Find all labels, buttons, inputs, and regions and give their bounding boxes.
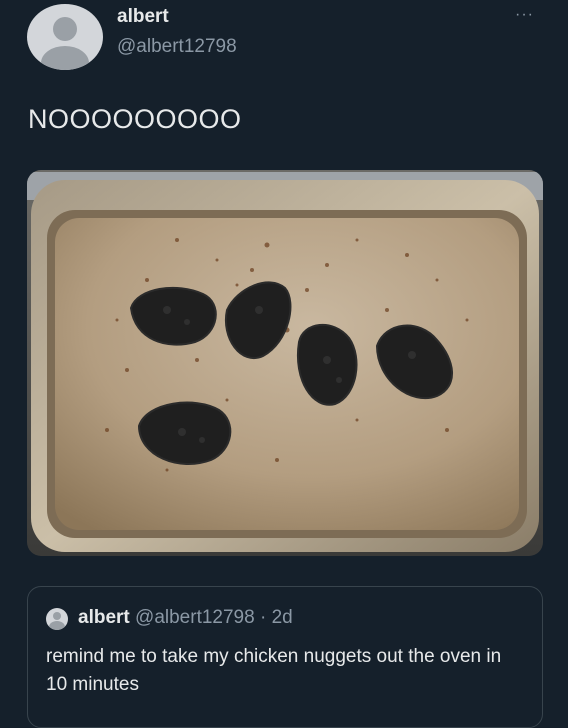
quoted-tweet[interactable]: albert @albert12798 · 2d remind me to ta… <box>27 586 543 728</box>
avatar-body-icon <box>41 46 89 70</box>
more-options-icon[interactable]: ··· <box>515 6 534 24</box>
tweet-text: NOOOOOOOOO <box>28 104 242 134</box>
avatar-head-icon <box>53 17 77 41</box>
avatar-body-icon <box>49 621 65 630</box>
quoted-tweet-text: remind me to take my chicken nuggets out… <box>46 646 502 695</box>
quoted-meta: albert @albert12798 · 2d <box>78 607 293 629</box>
quoted-avatar <box>46 608 68 630</box>
author-handle[interactable]: @albert12798 <box>117 36 237 58</box>
quoted-author-handle: @albert12798 <box>135 607 255 628</box>
quoted-author-name: albert <box>78 607 130 628</box>
meta-separator: · <box>254 607 272 628</box>
author-avatar[interactable] <box>27 4 103 70</box>
burnt-nuggets-photo <box>27 170 543 556</box>
author-name[interactable]: albert <box>117 6 169 28</box>
quoted-timestamp: 2d <box>271 607 293 628</box>
avatar-head-icon <box>53 612 61 620</box>
tweet-photo[interactable] <box>27 170 543 556</box>
